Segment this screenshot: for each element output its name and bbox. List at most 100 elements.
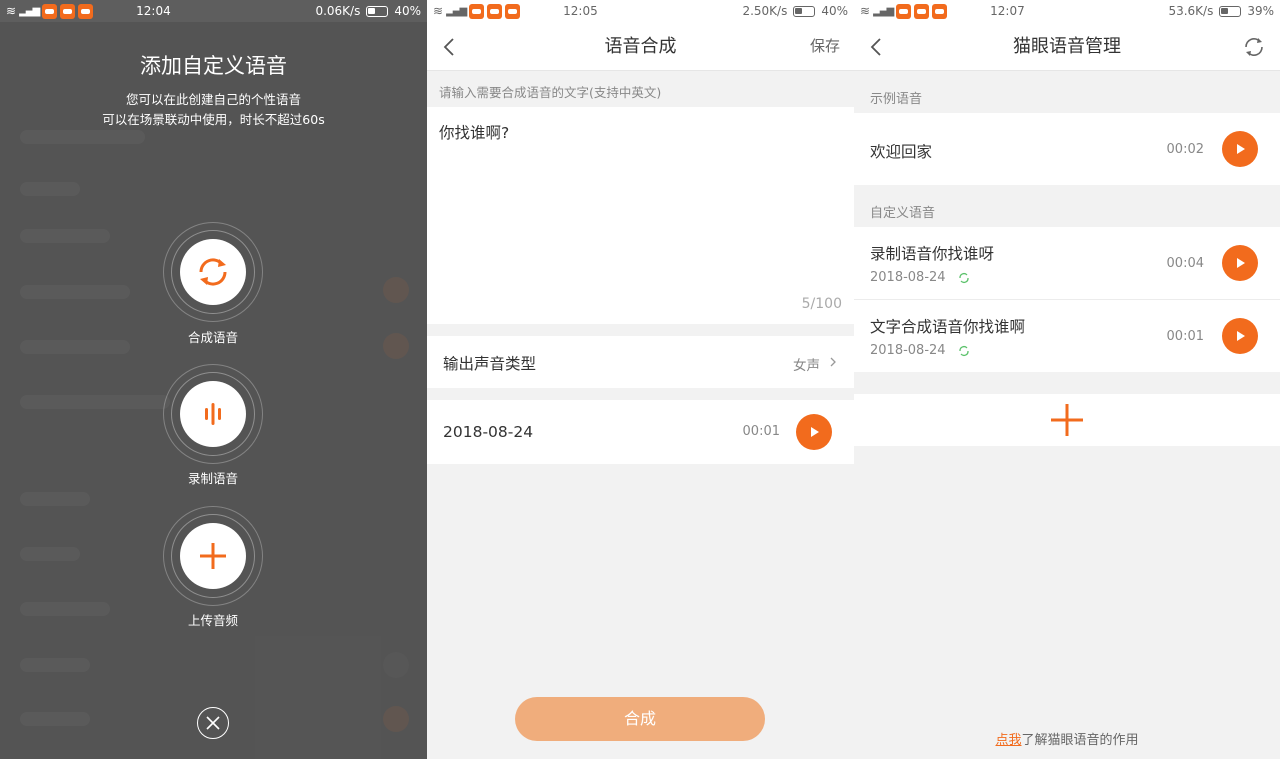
signal-icon: ▂▄▆ [19,5,40,17]
battery-level: 40% [821,4,848,18]
upload-audio-label: 上传音频 [187,613,238,628]
app-notification-icon [78,3,94,19]
upload-audio-button[interactable] [163,506,263,606]
status-bar: ≋ ▂▄▆ 12:05 2.50K/s 40% [427,0,854,22]
result-duration: 00:01 [742,424,780,439]
close-icon [206,716,220,730]
waveform-icon [205,403,221,425]
input-hint: 请输入需要合成语音的文字(支持中英文) [439,85,662,100]
play-result-button[interactable] [796,414,832,450]
status-bar: ≋ ▂▄▆ 12:04 0.06K/s 40% [0,0,427,22]
play-icon [1237,144,1245,154]
custom-voice-title: 文字合成语音你找谁啊 [870,318,1026,336]
custom-voice-row: 文字合成语音你找谁啊 2018-08-24 00:01 [854,300,1280,372]
play-sample-button[interactable] [1222,131,1258,167]
voice-management-screen: ≋ ▂▄▆ 12:07 53.6K/s 39% 猫眼语音管理 示例语音 欢迎回家… [854,0,1280,759]
ring-decoration [171,230,255,314]
add-voice-button[interactable] [854,394,1280,446]
sync-icon [958,272,969,283]
play-icon [811,427,819,437]
network-speed: 2.50K/s [742,4,788,18]
sample-voice-title: 欢迎回家 [870,143,933,161]
record-voice-button[interactable] [163,364,263,464]
wifi-icon: ≋ [6,4,17,18]
network-speed: 0.06K/s [315,4,361,18]
app-notification-icon [932,3,948,19]
play-custom-voice-button[interactable] [1222,318,1258,354]
battery-level: 40% [394,4,421,18]
ring-decoration [171,514,255,598]
custom-voice-duration: 00:04 [1166,256,1204,271]
ring-core [180,523,246,589]
synthesis-result-row: 2018-08-24 00:01 [427,400,854,464]
overlay-subtitle-line1: 您可以在此创建自己的个性语音 [125,92,301,107]
plus-icon [200,543,226,569]
custom-voice-row: 录制语音你找谁呀 2018-08-24 00:04 [854,227,1280,299]
synthesize-voice-label: 合成语音 [187,330,238,345]
plus-icon [1051,404,1083,436]
nav-bar: 语音合成 保存 [427,22,854,71]
synthesize-voice-button[interactable] [163,222,263,322]
page-title: 猫眼语音管理 [1013,36,1121,57]
footer-help-text: 了解猫眼语音的作用 [1021,733,1139,748]
wifi-icon: ≋ [433,4,444,18]
save-button[interactable]: 保存 [810,22,840,71]
signal-icon: ▂▄▆ [446,5,467,17]
status-time: 12:05 [563,4,598,18]
wifi-icon: ≋ [860,4,871,18]
voice-type-value: 女声 [793,358,820,374]
app-notification-icon [896,3,912,19]
play-icon [1237,258,1245,268]
voice-synthesis-screen: ≋ ▂▄▆ 12:05 2.50K/s 40% 语音合成 保存 请输入需要合成语… [427,0,854,759]
sync-icon [958,345,969,356]
sample-section-title: 示例语音 [870,92,923,107]
app-notification-icon [487,3,503,19]
custom-voice-title: 录制语音你找谁呀 [870,245,995,263]
custom-voice-meta: 2018-08-24 [870,343,970,358]
sample-voice-duration: 00:02 [1166,142,1204,157]
refresh-icon [199,258,227,286]
character-count: 5/100 [801,296,842,312]
app-notification-icon [469,3,485,19]
result-date: 2018-08-24 [443,423,534,441]
record-voice-label: 录制语音 [187,471,238,486]
nav-bar: 猫眼语音管理 [854,22,1280,71]
app-notification-icon [914,3,930,19]
synthesize-button[interactable]: 合成 [515,697,765,741]
app-notification-icon [42,3,58,19]
custom-voice-date: 2018-08-24 [870,343,946,358]
voice-type-label: 输出声音类型 [443,355,537,373]
overlay-title: 添加自定义语音 [140,54,287,78]
voice-type-row[interactable]: 输出声音类型 女声 [427,336,854,388]
page-title: 语音合成 [604,36,677,57]
play-custom-voice-button[interactable] [1222,245,1258,281]
chevron-right-icon [830,357,836,367]
synthesis-text-value: 你找谁啊? [439,124,510,142]
battery-icon [1219,5,1242,17]
play-icon [1237,331,1245,341]
status-time: 12:07 [990,4,1025,18]
add-custom-voice-screen: ≋ ▂▄▆ 12:04 0.06K/s 40% 添加自定义语音 您可以在此创建自 [0,0,427,759]
synthesis-text-input[interactable]: 你找谁啊? 5/100 [427,107,854,324]
close-overlay-button[interactable] [197,707,229,739]
status-time: 12:04 [136,4,171,18]
refresh-icon[interactable] [1242,35,1266,59]
ring-core [180,381,246,447]
status-bar: ≋ ▂▄▆ 12:07 53.6K/s 39% [854,0,1280,22]
learn-more-link[interactable]: 点我 [995,733,1021,748]
signal-icon: ▂▄▆ [873,5,894,17]
network-speed: 53.6K/s [1168,4,1214,18]
custom-section-title: 自定义语音 [870,206,936,221]
custom-voice-duration: 00:01 [1166,329,1204,344]
app-notification-icon [505,3,521,19]
ring-decoration [171,372,255,456]
footer-help: 点我了解猫眼语音的作用 [854,729,1280,748]
sample-voice-row: 欢迎回家 00:02 [854,113,1280,185]
battery-icon [366,5,389,17]
app-notification-icon [60,3,76,19]
ring-core [180,239,246,305]
custom-voice-date: 2018-08-24 [870,270,946,285]
battery-level: 39% [1247,4,1274,18]
overlay-subtitle-line2: 可以在场景联动中使用，时长不超过60s [102,112,325,127]
battery-icon [793,5,816,17]
